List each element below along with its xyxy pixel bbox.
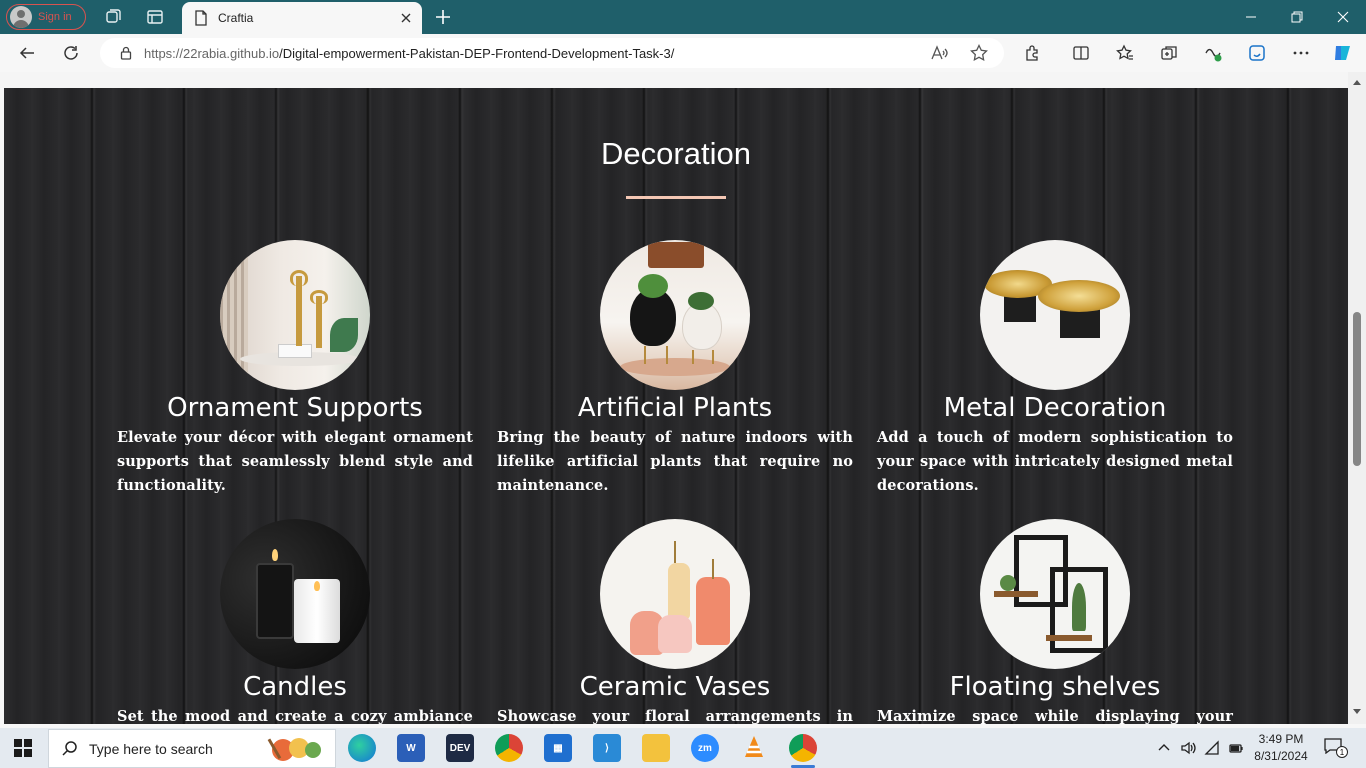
card-artificial-plants: Artificial Plants Bring the beauty of na… bbox=[497, 240, 853, 498]
back-icon[interactable] bbox=[18, 44, 36, 62]
store-taskbar-icon[interactable]: ▦ bbox=[544, 734, 572, 762]
browser-essentials-icon[interactable] bbox=[1204, 44, 1222, 62]
page-scrollbar[interactable] bbox=[1348, 72, 1366, 724]
file-explorer-taskbar-icon[interactable] bbox=[642, 734, 670, 762]
close-window-button[interactable] bbox=[1320, 0, 1366, 34]
word-taskbar-icon[interactable]: W bbox=[397, 734, 425, 762]
card-ornament-supports: Ornament Supports Elevate your décor wit… bbox=[117, 240, 473, 498]
vlc-taskbar-icon[interactable] bbox=[740, 734, 768, 762]
browser-toolbar: https://22rabia.github.io/Digital-empowe… bbox=[0, 34, 1366, 72]
edge-taskbar-icon[interactable] bbox=[348, 734, 376, 762]
chrome-profile-taskbar-icon[interactable] bbox=[789, 734, 817, 762]
floating-shelves-image bbox=[980, 519, 1130, 669]
restore-button[interactable] bbox=[1274, 0, 1320, 34]
section-title: Decoration bbox=[601, 136, 751, 171]
url-path: /Digital-empowerment-Pakistan-DEP-Fronte… bbox=[279, 45, 675, 61]
search-highlight-icon bbox=[267, 738, 321, 761]
scroll-up-icon[interactable] bbox=[1352, 78, 1362, 88]
show-hidden-icons-icon[interactable] bbox=[1156, 740, 1172, 756]
candles-image bbox=[220, 519, 370, 669]
copilot-icon[interactable] bbox=[1332, 42, 1354, 64]
artificial-plants-image bbox=[600, 240, 750, 390]
windows-taskbar: Type here to search W DEV ▦ ⟩ zm 3:49 PM… bbox=[0, 728, 1366, 768]
refresh-icon[interactable] bbox=[62, 44, 80, 62]
card-description: Showcase your floral arrangements in stu… bbox=[497, 708, 853, 724]
metal-decoration-image bbox=[980, 240, 1130, 390]
card-title: Candles bbox=[243, 672, 347, 702]
tab-title: Craftia bbox=[218, 11, 254, 25]
network-icon[interactable] bbox=[1204, 740, 1220, 756]
profile-avatar-icon bbox=[10, 6, 32, 28]
search-placeholder: Type here to search bbox=[89, 740, 213, 757]
browser-tab-active[interactable]: Craftia bbox=[182, 2, 422, 34]
card-title: Artificial Plants bbox=[577, 393, 773, 423]
card-title: Ornament Supports bbox=[167, 393, 423, 423]
ornament-supports-image bbox=[220, 240, 370, 390]
card-description: Maximize space while displaying your tre… bbox=[877, 708, 1233, 724]
extensions-icon[interactable] bbox=[1024, 44, 1042, 62]
card-description: Set the mood and create a cozy ambiance … bbox=[117, 708, 473, 724]
search-icon bbox=[62, 740, 77, 756]
ceramic-vases-image bbox=[600, 519, 750, 669]
taskbar-search[interactable]: Type here to search bbox=[48, 729, 336, 768]
profile-label: Sign in bbox=[38, 11, 72, 23]
notifications-button[interactable]: 1 bbox=[1324, 738, 1348, 758]
notification-badge: 1 bbox=[1336, 746, 1348, 758]
volume-icon[interactable] bbox=[1180, 740, 1196, 756]
read-aloud-icon[interactable] bbox=[930, 44, 948, 62]
scroll-down-icon[interactable] bbox=[1352, 706, 1362, 716]
page-viewport: Decoration Ornament Supports Elevate you… bbox=[4, 88, 1348, 724]
favorites-icon[interactable] bbox=[1116, 44, 1134, 62]
card-floating-shelves: Floating shelves Maximize space while di… bbox=[877, 519, 1233, 724]
lock-icon[interactable] bbox=[120, 46, 132, 60]
card-description: Add a touch of modern sophistication to … bbox=[877, 429, 1233, 494]
battery-icon[interactable] bbox=[1228, 740, 1244, 756]
zoom-taskbar-icon[interactable]: zm bbox=[691, 734, 719, 762]
card-title: Floating shelves bbox=[949, 672, 1161, 702]
url-text: https://22rabia.github.io/Digital-empowe… bbox=[144, 46, 674, 61]
minimize-icon bbox=[1246, 16, 1256, 18]
clock-time: 3:49 PM bbox=[1258, 732, 1304, 746]
tab-actions-icon[interactable] bbox=[146, 8, 164, 26]
card-candles: Candles Set the mood and create a cozy a… bbox=[117, 519, 473, 724]
card-title: Ceramic Vases bbox=[579, 672, 771, 702]
favorite-star-icon[interactable] bbox=[970, 44, 988, 62]
page-top-strip bbox=[0, 72, 1366, 88]
workspaces-icon[interactable] bbox=[104, 8, 122, 26]
windows-start-icon[interactable] bbox=[14, 739, 32, 757]
address-bar[interactable]: https://22rabia.github.io/Digital-empowe… bbox=[100, 38, 1004, 68]
close-window-icon bbox=[1337, 11, 1349, 23]
browser-titlebar: Sign in Craftia bbox=[0, 0, 1366, 34]
collections-icon[interactable] bbox=[1160, 44, 1178, 62]
card-metal-decoration: Metal Decoration Add a touch of modern s… bbox=[877, 240, 1233, 498]
profile-button[interactable]: Sign in bbox=[6, 4, 86, 30]
system-clock[interactable]: 3:49 PM 8/31/2024 bbox=[1248, 731, 1314, 765]
page-icon bbox=[195, 10, 207, 26]
more-options-icon[interactable] bbox=[1292, 44, 1310, 62]
card-title: Metal Decoration bbox=[943, 393, 1167, 423]
clock-date: 8/31/2024 bbox=[1254, 749, 1308, 763]
new-tab-icon[interactable] bbox=[434, 8, 452, 26]
vscode-taskbar-icon[interactable]: ⟩ bbox=[593, 734, 621, 762]
url-host: https://22rabia.github.io bbox=[144, 45, 280, 61]
card-ceramic-vases: Ceramic Vases Showcase your floral arran… bbox=[497, 519, 853, 724]
vlc-cone-icon bbox=[745, 736, 763, 757]
split-screen-icon[interactable] bbox=[1072, 44, 1090, 62]
restore-icon bbox=[1291, 11, 1303, 23]
minimize-button[interactable] bbox=[1228, 0, 1274, 34]
close-tab-icon[interactable] bbox=[398, 10, 414, 26]
chrome-taskbar-icon[interactable] bbox=[495, 734, 523, 762]
card-description: Elevate your décor with elegant ornament… bbox=[117, 429, 473, 494]
scroll-thumb[interactable] bbox=[1353, 312, 1361, 466]
title-underline bbox=[626, 196, 726, 199]
edge-sidebar-icon[interactable] bbox=[1248, 44, 1266, 62]
card-description: Bring the beauty of nature indoors with … bbox=[497, 429, 853, 494]
dev-taskbar-icon[interactable]: DEV bbox=[446, 734, 474, 762]
